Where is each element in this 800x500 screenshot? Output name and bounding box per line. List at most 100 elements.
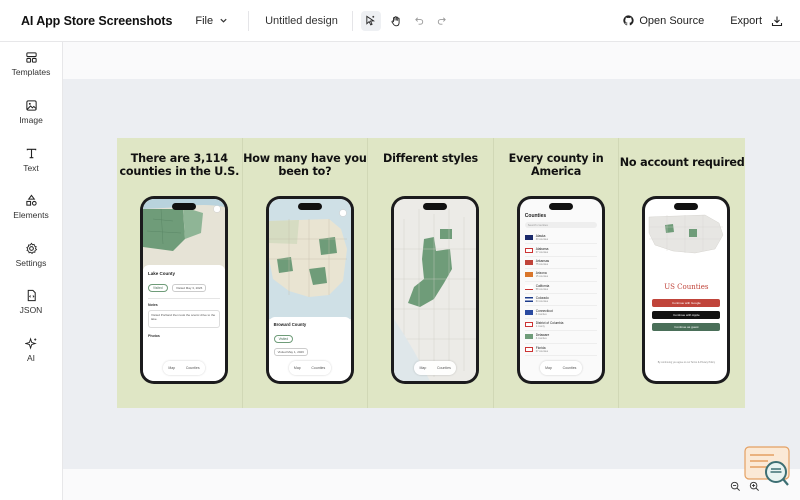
- state-count: 30 counties: [535, 238, 549, 242]
- tab-map[interactable]: Map: [545, 366, 552, 370]
- phone-mockup: Lake County Visited Visited May 3, 2026 …: [140, 196, 228, 384]
- select-tool-button[interactable]: [360, 10, 381, 31]
- phone-mockup: US Counties Continue with Google Continu…: [642, 196, 731, 384]
- continue-with-google-button[interactable]: Continue with Google: [652, 299, 721, 307]
- top-toolbar: AI App Store Screenshots File Untitled d…: [0, 0, 800, 42]
- screenshot-artboard[interactable]: There are 3,114 counties in the U.S. Lak…: [117, 138, 745, 408]
- file-menu-button[interactable]: File: [195, 15, 228, 27]
- screenshot-panel-1[interactable]: There are 3,114 counties in the U.S. Lak…: [117, 138, 243, 408]
- sidebar-item-label: Templates: [11, 67, 51, 77]
- tab-map[interactable]: Map: [294, 366, 301, 370]
- counties-search-input[interactable]: Search counties: [524, 222, 597, 228]
- image-icon: [25, 100, 37, 111]
- tab-counties[interactable]: Counties: [311, 366, 325, 370]
- tab-counties[interactable]: Counties: [186, 366, 200, 370]
- hand-icon: [391, 15, 400, 26]
- visited-chip[interactable]: Visited: [273, 335, 294, 343]
- sidebar-item-label: Text: [23, 163, 39, 173]
- undo-button[interactable]: [410, 11, 430, 31]
- templates-icon: [25, 52, 37, 63]
- export-button[interactable]: Export: [730, 15, 783, 27]
- list-item[interactable]: Florida 67 counties: [524, 344, 597, 356]
- state-count: 75 counties: [535, 262, 549, 266]
- list-item[interactable]: Alaska 30 counties: [524, 232, 597, 245]
- sidebar-item-label: Settings: [15, 258, 47, 268]
- download-icon: [771, 16, 783, 26]
- state-name: Connecticut: [535, 308, 553, 313]
- list-item[interactable]: Colorado 64 counties: [524, 294, 597, 307]
- design-canvas[interactable]: There are 3,114 counties in the U.S. Lak…: [63, 42, 800, 500]
- photos-label: Photos: [148, 333, 160, 338]
- screenshot-panel-4[interactable]: Every county in America Counties Search …: [494, 138, 620, 408]
- settings-icon: [25, 242, 37, 255]
- counties-list-title: Counties: [524, 213, 547, 219]
- export-label: Export: [730, 14, 762, 27]
- us-map-thumbnail: [649, 214, 724, 254]
- counties-list: Alaska 30 counties Alabama 67 counties Ark…: [524, 232, 597, 356]
- screenshot-panel-5[interactable]: No account required US Counties Continue…: [619, 138, 745, 408]
- app-title: AI App Store Screenshots: [21, 13, 173, 28]
- phone-notch: [548, 203, 573, 210]
- state-count: 58 counties: [535, 287, 549, 291]
- sidebar-item-ai[interactable]: AI: [0, 337, 62, 363]
- phone-notch: [674, 203, 699, 210]
- tab-counties[interactable]: Counties: [437, 366, 451, 370]
- list-item[interactable]: Alabama 67 counties: [524, 244, 597, 257]
- sidebar-item-settings[interactable]: Settings: [0, 242, 62, 268]
- tab-bar: Map Counties: [414, 361, 457, 375]
- sidebar-item-label: JSON: [19, 305, 43, 315]
- document-name[interactable]: Untitled design: [265, 15, 338, 27]
- state-flag-icon: [524, 346, 533, 352]
- sidebar-item-label: Image: [19, 115, 43, 125]
- state-flag-icon: [524, 321, 533, 327]
- panel-heading: No account required: [619, 156, 745, 169]
- state-count: 8 counties: [535, 312, 547, 316]
- notes-text[interactable]: Visited Portland then took the scenic dr…: [148, 309, 220, 328]
- state-count: 67 counties: [535, 250, 549, 254]
- sidebar-item-text[interactable]: Text: [0, 147, 62, 173]
- toolbar-divider: [351, 10, 353, 31]
- sidebar-item-templates[interactable]: Templates: [0, 51, 62, 77]
- county-title: Lake County: [148, 271, 176, 276]
- sidebar-item-elements[interactable]: Elements: [0, 194, 62, 220]
- tab-counties[interactable]: Counties: [563, 366, 577, 370]
- select-cursor-icon: [366, 15, 376, 26]
- left-sidebar: Templates Image Text Elements Settings J…: [0, 42, 63, 500]
- phone-notch: [297, 203, 322, 210]
- sidebar-item-image[interactable]: Image: [0, 99, 62, 125]
- redo-button[interactable]: [432, 11, 452, 31]
- screenshot-panel-3[interactable]: Different styles Map Counties: [368, 138, 494, 408]
- phone-screen: Counties Search counties Alaska 30 counti…: [519, 199, 602, 381]
- phone-notch: [172, 203, 196, 210]
- help-chat-badge-icon[interactable]: [744, 446, 792, 488]
- file-menu-label: File: [195, 14, 214, 27]
- list-item[interactable]: California 58 counties: [524, 282, 597, 294]
- visited-chip[interactable]: Visited: [148, 284, 168, 292]
- state-count: 67 counties: [535, 349, 549, 353]
- state-flag-icon: [524, 272, 533, 278]
- continue-as-guest-button[interactable]: Continue as guest: [652, 323, 721, 331]
- list-item[interactable]: Delaware 3 counties: [524, 331, 597, 344]
- zoom-out-icon[interactable]: [730, 481, 741, 492]
- phone-screen: Lake County Visited Visited May 3, 2026 …: [143, 199, 225, 381]
- visited-date: Visited May 1, 2026: [273, 348, 308, 356]
- phone-mockup: Broward County Visited Visited May 1, 20…: [265, 196, 354, 384]
- hand-tool-button[interactable]: [386, 11, 406, 31]
- list-item[interactable]: Arkansas 75 counties: [524, 257, 597, 270]
- phone-screen: Map Counties: [394, 199, 477, 381]
- county-title: Broward County: [273, 322, 307, 327]
- json-icon: [27, 289, 36, 302]
- sidebar-item-json[interactable]: JSON: [0, 289, 62, 315]
- list-item[interactable]: District of Columbia 1 county: [524, 319, 597, 332]
- list-item[interactable]: Connecticut 8 counties: [524, 306, 597, 319]
- list-item[interactable]: Arizona 15 counties: [524, 269, 597, 282]
- tab-map[interactable]: Map: [168, 366, 175, 370]
- open-source-label: Open Source: [639, 14, 705, 27]
- sidebar-item-label: Elements: [13, 210, 49, 220]
- state-flag-icon: [524, 297, 533, 303]
- continue-with-apple-button[interactable]: Continue with Apple: [652, 311, 721, 319]
- screenshot-panel-2[interactable]: How many have you been to? Broward Count…: [243, 138, 369, 408]
- tab-map[interactable]: Map: [420, 366, 427, 370]
- state-count: 3 counties: [535, 337, 547, 341]
- open-source-button[interactable]: Open Source: [623, 15, 704, 27]
